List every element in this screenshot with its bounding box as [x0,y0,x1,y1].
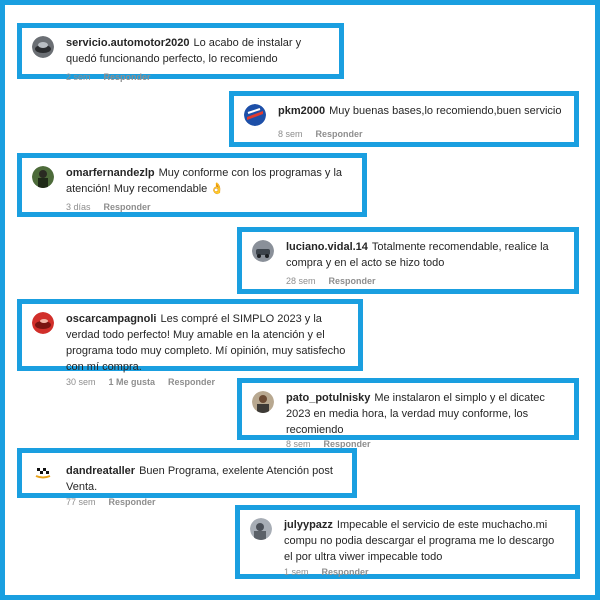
comment-card: oscarcampagnoli Les compré el SIMPLO 2023… [17,299,363,387]
person-avatar[interactable] [252,391,274,413]
comment-body: Muy buenas bases,lo recomiendo,buen serv… [329,105,562,117]
car-avatar[interactable] [252,240,274,262]
comment-card: julyypazz Impecable el servicio de este m… [235,505,580,579]
comment-card: pato_potulnisky Me instalaron el simplo y… [237,378,579,449]
comment-text: servicio.automotor2020 Lo acabo de instal… [66,35,329,67]
reply-button[interactable]: Responder [322,567,369,577]
comment-meta: 28 sem Responder [286,276,564,286]
comment-text: pato_potulnisky Me instalaron el simplo y… [286,390,564,438]
comment-username[interactable]: luciano.vidal.14 [286,241,368,253]
reply-button[interactable]: Responder [329,276,376,286]
comment-meta: 3 días Responder [66,202,352,212]
car-avatar[interactable] [32,36,54,58]
comment-username[interactable]: dandreataller [66,465,135,477]
reply-button[interactable]: Responder [109,497,156,507]
comment-time[interactable]: 77 sem [66,497,96,507]
comment-meta: 8 sem Responder [278,129,564,139]
comment-username[interactable]: pkm2000 [278,105,325,117]
comment-text: pkm2000 Muy buenas bases,lo recomiendo,bu… [278,103,561,119]
comment-time[interactable]: 28 sem [286,276,316,286]
comment-time[interactable]: 8 sem [278,129,303,139]
person-avatar[interactable] [32,166,54,188]
comment-card: dandreataller Buen Programa, exelente Ate… [17,448,357,507]
checkered-flag-avatar[interactable] [32,461,54,483]
comment-username[interactable]: servicio.automotor2020 [66,37,190,49]
comment-card: omarfernandezlp Muy conforme con los prog… [17,153,367,217]
reply-button[interactable]: Responder [316,129,363,139]
comment-time[interactable]: 2 sem [66,72,91,82]
likes-count[interactable]: 1 Me gusta [109,377,156,387]
comment-meta: 2 sem Responder [66,72,329,82]
comment-text: luciano.vidal.14 Totalmente recomendable,… [286,239,564,271]
reply-button[interactable]: Responder [168,377,215,387]
reply-button[interactable]: Responder [104,72,151,82]
reply-button[interactable]: Responder [104,202,151,212]
red-car-avatar[interactable] [32,312,54,334]
logo-avatar[interactable] [244,104,266,126]
comment-username[interactable]: pato_potulnisky [286,392,370,404]
comment-card: luciano.vidal.14 Totalmente recomendable,… [237,227,579,294]
comment-time[interactable]: 1 sem [284,567,309,577]
comment-username[interactable]: omarfernandezlp [66,167,155,179]
comment-text: dandreataller Buen Programa, exelente Ate… [66,463,342,495]
comment-text: oscarcampagnoli Les compré el SIMPLO 2023… [66,311,348,375]
comment-time[interactable]: 30 sem [66,377,96,387]
comment-username[interactable]: oscarcampagnoli [66,313,156,325]
comment-meta: 1 sem Responder [284,567,565,577]
comment-card: servicio.automotor2020 Lo acabo de instal… [17,23,344,82]
comment-text: omarfernandezlp Muy conforme con los prog… [66,165,352,197]
comment-time[interactable]: 3 días [66,202,91,212]
comment-username[interactable]: julyypazz [284,519,333,531]
comment-card: pkm2000 Muy buenas bases,lo recomiendo,bu… [229,91,579,147]
person-avatar[interactable] [250,518,272,540]
comment-text: julyypazz Impecable el servicio de este m… [284,517,565,565]
